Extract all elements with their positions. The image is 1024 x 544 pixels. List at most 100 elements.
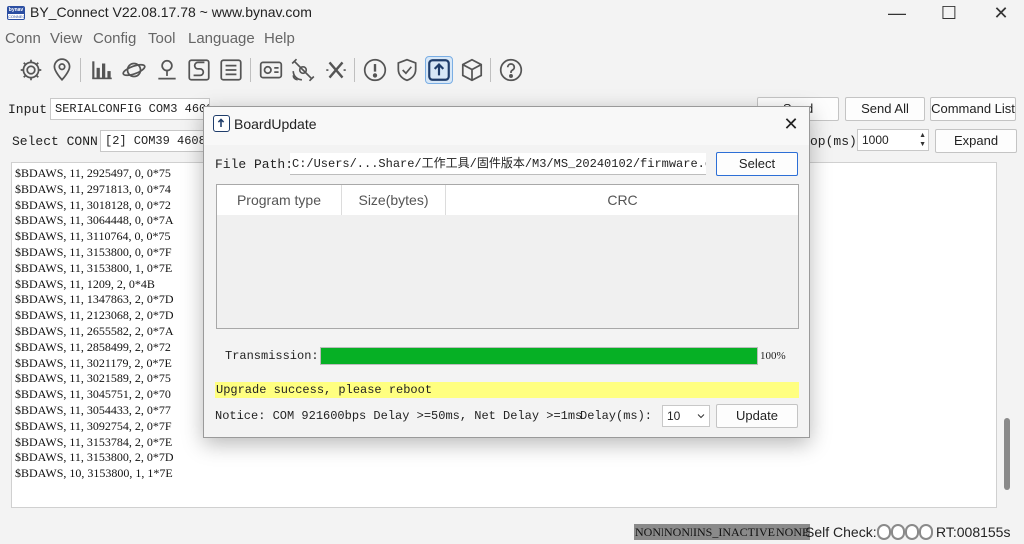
expand-button[interactable]: Expand bbox=[935, 129, 1017, 153]
logo-bottom-text: CONNECT bbox=[8, 14, 24, 19]
send-all-button[interactable]: Send All bbox=[845, 97, 925, 121]
satellite-icon[interactable] bbox=[289, 56, 317, 84]
delay-value: 10 bbox=[667, 409, 681, 423]
log-line: $BDAWS, 11, 1209, 2, 0*4B bbox=[15, 276, 155, 291]
input-label: Input: bbox=[8, 102, 55, 117]
menu-config[interactable]: Config bbox=[93, 30, 136, 47]
planet-icon[interactable] bbox=[120, 56, 148, 84]
log-line: $BDAWS, 11, 3018128, 0, 0*72 bbox=[15, 197, 171, 212]
x-icon[interactable] bbox=[322, 56, 350, 84]
log-lines: $BDAWS, 11, 2925497, 0, 0*75 $BDAWS, 11, … bbox=[15, 166, 174, 482]
camera-card-icon[interactable] bbox=[257, 56, 285, 84]
column-program-type[interactable]: Program type bbox=[217, 185, 342, 215]
logo-top-text: bynav bbox=[8, 7, 24, 14]
app-logo: bynav CONNECT bbox=[7, 6, 25, 20]
file-path-label: File Path: bbox=[215, 157, 294, 172]
map-marker-icon[interactable] bbox=[153, 56, 181, 84]
toolbar-separator bbox=[354, 58, 355, 82]
select-file-button[interactable]: Select bbox=[716, 152, 798, 176]
log-line: $BDAWS, 11, 2971813, 0, 0*74 bbox=[15, 181, 171, 196]
runtime-counter: RT:008155s bbox=[936, 524, 1011, 540]
loop-interval-value: 1000 bbox=[862, 133, 889, 147]
command-input[interactable]: SERIALCONFIG COM3 460800 bbox=[50, 98, 210, 120]
upgrade-status-message: Upgrade success, please reboot bbox=[215, 382, 799, 398]
menu-view[interactable]: View bbox=[50, 30, 82, 47]
progress-fill bbox=[321, 348, 757, 364]
status-bar: NONE NONE INS_INACTIVE NONE Self Check: … bbox=[0, 520, 1024, 544]
log-line: $BDAWS, 11, 3021179, 2, 0*7E bbox=[15, 355, 172, 370]
status-badge-ins: INS_INACTIVE bbox=[692, 524, 776, 540]
location-pin-icon[interactable] bbox=[48, 56, 76, 84]
toolbar-separator bbox=[80, 58, 81, 82]
log-line: $BDAWS, 11, 3110764, 0, 0*75 bbox=[15, 229, 171, 244]
menu-conn[interactable]: Conn bbox=[5, 30, 41, 47]
notice-text: Notice: COM 921600bps Delay >=50ms, Net … bbox=[215, 409, 583, 423]
select-conn-label: Select CONN: bbox=[12, 134, 106, 149]
maximize-button[interactable]: ☐ bbox=[924, 0, 974, 26]
toolbar bbox=[0, 52, 1024, 88]
log-line: $BDAWS, 11, 3153784, 2, 0*7E bbox=[15, 434, 173, 449]
dialog-body: File Path: C:/Users/...Share/工作工具/固件版本/M… bbox=[204, 145, 809, 437]
self-check-indicator bbox=[891, 524, 905, 540]
column-crc[interactable]: CRC bbox=[446, 185, 799, 215]
toolbar-separator bbox=[250, 58, 251, 82]
log-line: $BDAWS, 11, 3153800, 1, 0*7E bbox=[15, 260, 173, 275]
log-line: $BDAWS, 11, 3092754, 2, 0*7F bbox=[15, 418, 172, 433]
file-path-input[interactable]: C:/Users/...Share/工作工具/固件版本/M3/MS_202401… bbox=[290, 153, 706, 175]
log-line: $BDAWS, 11, 3021589, 2, 0*75 bbox=[15, 371, 171, 386]
shield-check-icon[interactable] bbox=[393, 56, 421, 84]
log-line: $BDAWS, 11, 2123068, 2, 0*7D bbox=[15, 308, 174, 323]
log-line: $BDAWS, 11, 1347863, 2, 0*7D bbox=[15, 292, 174, 307]
dialog-title: BoardUpdate bbox=[234, 116, 317, 132]
log-line: $BDAWS, 11, 2655582, 2, 0*7A bbox=[15, 323, 174, 338]
log-scrollbar[interactable] bbox=[1000, 162, 1014, 508]
self-check-indicator bbox=[919, 524, 933, 540]
spinner-arrows-icon[interactable]: ▲ ▼ bbox=[919, 131, 926, 149]
loop-interval-input[interactable]: 1000 ▲ ▼ bbox=[857, 129, 929, 151]
self-check-indicator bbox=[905, 524, 919, 540]
title-bar: bynav CONNECT BY_Connect V22.08.17.78 ~ … bbox=[0, 0, 1024, 26]
bar-chart-icon[interactable] bbox=[88, 56, 116, 84]
board-update-dialog: BoardUpdate ✕ File Path: C:/Users/...Sha… bbox=[203, 106, 810, 438]
update-button[interactable]: Update bbox=[716, 404, 798, 428]
toolbar-separator bbox=[490, 58, 491, 82]
menu-language[interactable]: Language bbox=[188, 30, 255, 47]
route-icon[interactable] bbox=[185, 56, 213, 84]
close-window-button[interactable]: ✕ bbox=[976, 0, 1024, 26]
menu-bar: Conn View Config Tool Language Help bbox=[0, 30, 400, 50]
window-title: BY_Connect V22.08.17.78 ~ www.bynav.com bbox=[30, 4, 312, 20]
menu-help[interactable]: Help bbox=[264, 30, 295, 47]
scroll-thumb[interactable] bbox=[1004, 418, 1010, 490]
column-size-bytes[interactable]: Size(bytes) bbox=[342, 185, 446, 215]
log-line: $BDAWS, 11, 3054433, 2, 0*77 bbox=[15, 402, 171, 417]
progress-percent: 100% bbox=[760, 350, 786, 362]
log-line: $BDAWS, 11, 2858499, 2, 0*72 bbox=[15, 339, 171, 354]
connection-select[interactable]: [2] COM39 460800 bbox=[100, 130, 210, 152]
log-line: $BDAWS, 10, 3153800, 1, 1*7E bbox=[15, 466, 173, 481]
self-check-indicator bbox=[877, 524, 891, 540]
log-line: $BDAWS, 11, 3045751, 2, 0*70 bbox=[15, 387, 171, 402]
command-list-button[interactable]: Command List bbox=[930, 97, 1016, 121]
settings-icon[interactable] bbox=[17, 56, 45, 84]
loop-interval-label: op(ms) bbox=[810, 134, 857, 149]
log-line: $BDAWS, 11, 2925497, 0, 0*75 bbox=[15, 166, 171, 180]
program-table: Program type Size(bytes) CRC bbox=[216, 184, 799, 329]
program-table-header: Program type Size(bytes) CRC bbox=[217, 185, 798, 215]
board-update-icon[interactable] bbox=[425, 56, 453, 84]
self-check-label: Self Check: bbox=[805, 524, 877, 540]
log-line: $BDAWS, 11, 3064448, 0, 0*7A bbox=[15, 213, 174, 228]
cube-icon[interactable] bbox=[458, 56, 486, 84]
alert-icon[interactable] bbox=[361, 56, 389, 84]
chevron-down-icon bbox=[697, 414, 705, 419]
menu-tool[interactable]: Tool bbox=[148, 30, 176, 47]
dialog-close-button[interactable]: ✕ bbox=[778, 111, 804, 137]
log-line: $BDAWS, 11, 3153800, 0, 0*7F bbox=[15, 244, 172, 259]
transmission-label: Transmission: bbox=[225, 349, 319, 363]
board-update-icon bbox=[213, 115, 230, 132]
list-icon[interactable] bbox=[217, 56, 245, 84]
log-line: $BDAWS, 11, 3153800, 2, 0*7D bbox=[15, 450, 174, 465]
minimize-button[interactable]: — bbox=[872, 0, 922, 26]
help-icon[interactable] bbox=[497, 56, 525, 84]
delay-label: Delay(ms): bbox=[580, 409, 653, 423]
delay-select[interactable]: 10 bbox=[662, 405, 710, 427]
